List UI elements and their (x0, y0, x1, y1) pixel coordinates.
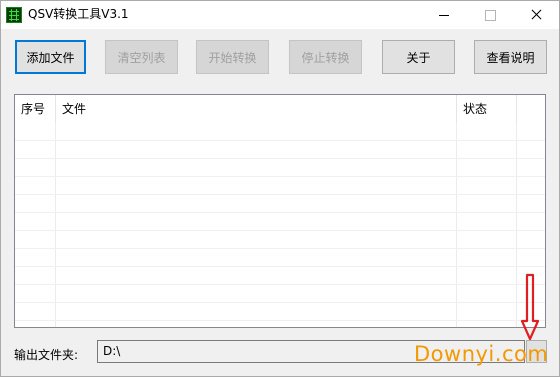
column-header-index[interactable]: 序号 (15, 95, 56, 123)
file-list-header: 序号 文件 状态 (15, 95, 545, 123)
minimize-button[interactable] (421, 1, 467, 29)
clear-list-button[interactable]: 清空列表 (105, 40, 178, 74)
view-help-button[interactable]: 查看说明 (474, 40, 547, 74)
qsv-app-icon (6, 7, 22, 23)
row-gridline (15, 320, 545, 321)
maximize-icon (485, 10, 496, 21)
watermark-text: Downyi.com (414, 342, 549, 366)
stop-convert-button[interactable]: 停止转换 (289, 40, 362, 74)
column-divider (456, 123, 457, 327)
file-list[interactable]: 序号 文件 状态 (14, 94, 546, 328)
row-gridline (15, 140, 545, 141)
column-divider (55, 123, 56, 327)
row-gridline (15, 194, 545, 195)
output-folder-label: 输出文件夹: (14, 348, 79, 362)
window-title: QSV转换工具V3.1 (28, 7, 129, 21)
row-gridline (15, 266, 545, 267)
minimize-icon (439, 15, 449, 16)
row-gridline (15, 248, 545, 249)
column-header-file[interactable]: 文件 (56, 95, 457, 123)
close-button[interactable] (513, 1, 559, 29)
app-window: QSV转换工具V3.1 添加文件 清空列表 开始转换 停止转换 关于 查看说明 … (0, 0, 560, 377)
row-gridline (15, 176, 545, 177)
add-file-button[interactable]: 添加文件 (15, 40, 86, 74)
row-gridline (15, 230, 545, 231)
row-gridline (15, 212, 545, 213)
start-convert-button[interactable]: 开始转换 (196, 40, 269, 74)
row-gridline (15, 302, 545, 303)
row-gridline (15, 158, 545, 159)
column-divider (516, 123, 517, 327)
maximize-button[interactable] (467, 1, 513, 29)
column-header-status[interactable]: 状态 (457, 95, 517, 123)
red-arrow-icon (520, 273, 540, 341)
row-gridline (15, 284, 545, 285)
about-button[interactable]: 关于 (382, 40, 455, 74)
title-bar: QSV转换工具V3.1 (1, 1, 559, 29)
